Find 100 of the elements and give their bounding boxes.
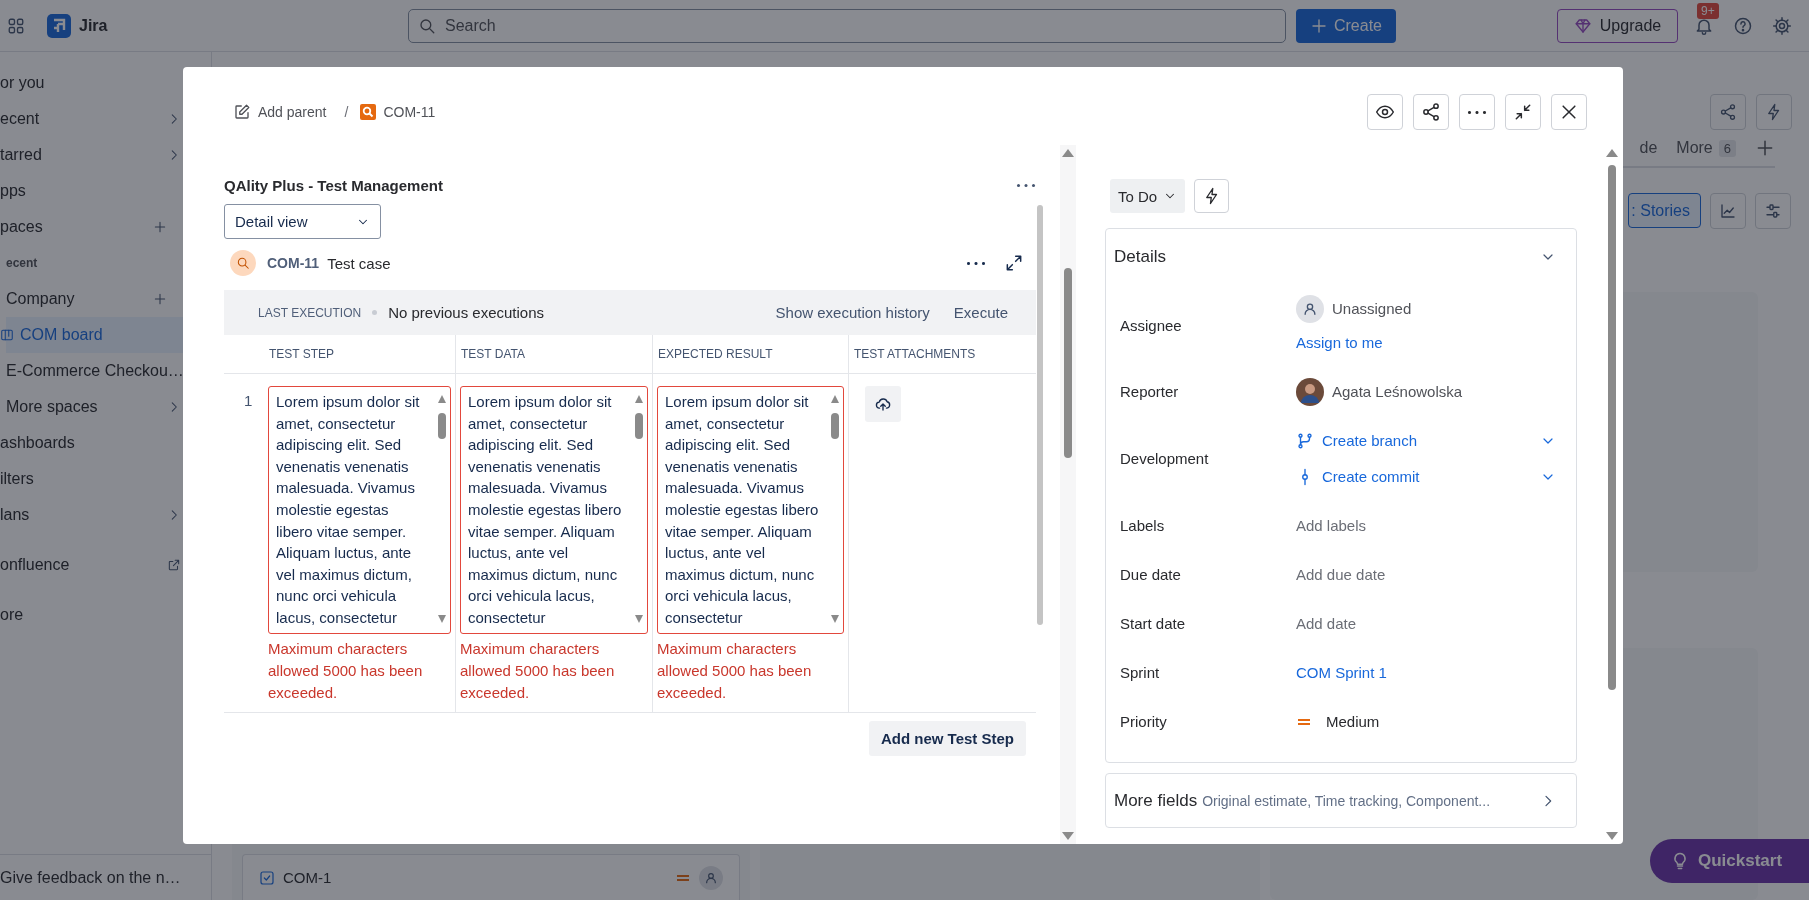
close-button[interactable] (1551, 94, 1587, 130)
section-title: More fields (1114, 790, 1198, 811)
branch-icon (1296, 431, 1314, 450)
issue-card[interactable]: COM-1 (242, 854, 740, 900)
execution-status: No previous executions (388, 304, 545, 321)
field-value: Agata Leśnowolska (1332, 382, 1463, 402)
breadcrumb-separator: / (344, 104, 349, 120)
column-header: TEST DATA (456, 335, 653, 374)
field-label: Development (1120, 450, 1210, 467)
help-icon (1733, 15, 1753, 36)
logo-icon (47, 13, 71, 38)
chart-icon (1719, 202, 1737, 220)
plus-icon (153, 220, 167, 234)
issue-key: COM-11 (267, 255, 320, 271)
assign-link[interactable]: Assign to me (1296, 328, 1383, 357)
text-area[interactable]: Lorem ipsum dolor sit amet, consectetur adipiscing elit. Sed venenatis venenatis malesuada. Vivamus molestie egestas libero vitae semper. Aliquam luctus, ante vel maximus dictum, nunc orci vehicula lacus, consectetur (460, 386, 648, 634)
more-icon (1467, 110, 1487, 114)
automation-button[interactable] (1194, 179, 1230, 213)
panel-title: QAlity Plus - Test Management (224, 176, 443, 194)
field-value: Unassigned (1332, 299, 1412, 319)
grid-icon (7, 16, 25, 35)
eye-icon (1375, 102, 1395, 122)
view-select[interactable]: Detail view (224, 204, 381, 239)
more-button[interactable] (1016, 183, 1036, 187)
filter-button[interactable]: : Stories (1628, 193, 1701, 228)
column-header: TEST ATTACHMENTS (849, 335, 1036, 374)
minimize-icon (1513, 102, 1533, 122)
scrollbar[interactable] (1036, 205, 1044, 625)
add-step-button[interactable]: Add new Test Step (868, 720, 1026, 756)
cloud-upload-icon (874, 395, 892, 413)
share-icon (1421, 102, 1441, 122)
tab[interactable]: de (1639, 130, 1658, 166)
text-area[interactable]: Lorem ipsum dolor sit amet, consectetur adipiscing elit. Sed venenatis venenatis malesuada. Vivamus molestie egestas libero vitae semper. Aliquam luctus, ante vel maximus dictum, nunc orci vehicula lacus, consectetur (268, 386, 451, 634)
view-settings-button[interactable] (1755, 193, 1791, 229)
dev-link[interactable]: Create branch (1322, 426, 1418, 455)
count-badge: 6 (1718, 139, 1736, 157)
error-message: Maximum characters allowed 5000 has been exceeded. (268, 638, 424, 703)
step-number: 1 (244, 392, 253, 409)
sprint-link[interactable]: COM Sprint 1 (1296, 658, 1387, 687)
column-header: EXPECTED RESULT (653, 335, 849, 374)
plus-icon (153, 292, 167, 306)
watch-button[interactable] (1367, 94, 1403, 130)
share-button[interactable] (1413, 94, 1449, 130)
more-icon (1016, 183, 1036, 187)
field-value: Medium (1326, 712, 1380, 732)
field-placeholder[interactable]: Add labels (1296, 511, 1367, 540)
share-icon (1719, 103, 1737, 121)
execute-link[interactable]: Execute (953, 304, 1008, 321)
text-area[interactable]: Lorem ipsum dolor sit amet, consectetur adipiscing elit. Sed venenatis venenatis malesuada. Vivamus molestie egestas libero vitae semper. Aliquam luctus, ante vel maximus dictum, nunc orci vehicula lacus, consectetur (657, 386, 844, 634)
field-label: Assignee (1120, 317, 1183, 334)
issue-type: Test case (327, 254, 391, 272)
upload-button[interactable] (865, 386, 901, 422)
section-title: Details (1114, 246, 1166, 268)
sliders-icon (1764, 202, 1782, 220)
expand-button[interactable] (1004, 253, 1024, 273)
more-fields-panel[interactable]: More fields Original estimate, Time tracking, Component... (1105, 773, 1577, 828)
dev-link[interactable]: Create commit (1322, 462, 1420, 491)
feedback-link[interactable]: Give feedback on the n… (0, 868, 181, 887)
more-icon (966, 261, 986, 265)
more-button[interactable] (966, 261, 986, 265)
create-button[interactable]: Create (1296, 8, 1396, 43)
section-heading: ecent (6, 255, 39, 272)
product-name: Jira (79, 16, 108, 35)
field-label: Priority (1120, 713, 1168, 730)
history-link[interactable]: Show execution history (775, 304, 930, 321)
insights-button[interactable] (1710, 193, 1746, 229)
diamond-icon (1573, 16, 1592, 35)
upgrade-button[interactable]: Upgrade (1557, 8, 1678, 43)
fields-summary: Original estimate, Time tracking, Component... (1202, 792, 1491, 809)
issue-type-icon (360, 104, 377, 120)
error-message: Maximum characters allowed 5000 has been exceeded. (460, 638, 616, 703)
field-label: Reporter (1120, 383, 1180, 400)
minimize-button[interactable] (1505, 94, 1541, 130)
add-tab-button[interactable] (1755, 138, 1775, 158)
avatar (1296, 377, 1324, 406)
issue-link[interactable]: COM-11 (360, 104, 436, 120)
plus-icon (1755, 138, 1775, 158)
error-message: Maximum characters allowed 5000 has been exceeded. (657, 638, 813, 703)
plus-icon (1310, 16, 1328, 35)
settings-icon (1772, 15, 1792, 36)
expand-icon (1004, 253, 1024, 273)
field-label: Labels (1120, 517, 1166, 534)
field-label: Due date (1120, 566, 1182, 583)
external-link-icon (167, 558, 181, 572)
search-icon (418, 16, 436, 35)
board-icon (0, 328, 14, 342)
add-parent-link[interactable]: Add parent (233, 103, 327, 121)
issue-key: COM-1 (283, 869, 332, 886)
status-dropdown[interactable]: To Do (1110, 179, 1186, 213)
search-field[interactable]: Search (408, 8, 1286, 43)
edit-icon (233, 103, 251, 121)
search-icon (236, 256, 250, 270)
field-placeholder[interactable]: Add date (1296, 609, 1357, 638)
tab[interactable]: More 6 (1676, 130, 1736, 166)
execution-label: LAST EXECUTION (258, 305, 362, 320)
field-label: Start date (1120, 615, 1187, 632)
field-label: Sprint (1120, 664, 1161, 681)
column-header: TEST STEP (264, 335, 456, 374)
field-placeholder[interactable]: Add due date (1296, 560, 1386, 589)
checkbox-icon (259, 869, 275, 886)
